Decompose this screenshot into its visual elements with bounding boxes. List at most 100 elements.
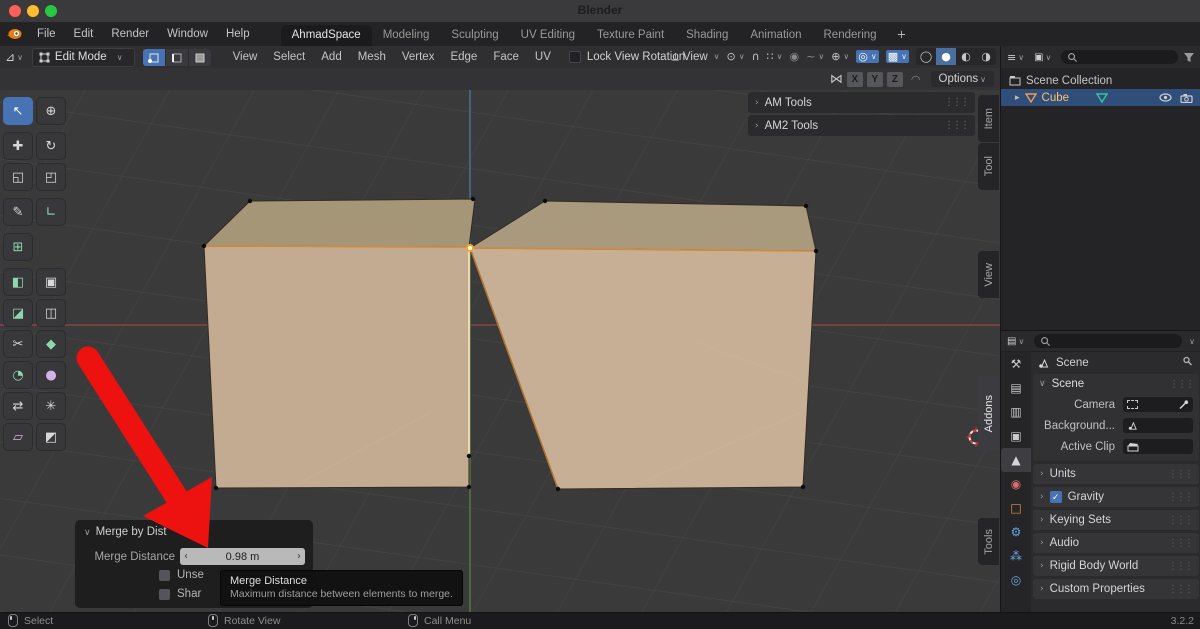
tool-extrude-region[interactable]: ◧ [3, 268, 33, 296]
tool-poly-build[interactable]: ◆ [36, 330, 66, 358]
tool-shrink-fatten[interactable]: ✳ [36, 392, 66, 420]
background-scene-field[interactable] [1123, 418, 1193, 433]
object-name[interactable]: Cube [1042, 92, 1070, 104]
mirror-x-button[interactable]: X [847, 72, 863, 87]
tool-annotate[interactable]: ✎ [3, 198, 33, 226]
viewport-menu-vertex[interactable]: Vertex [394, 45, 443, 69]
viewport-menu-edge[interactable]: Edge [442, 45, 485, 69]
tool-inset-faces[interactable]: ▣ [36, 268, 66, 296]
expand-icon[interactable]: ▸ [1015, 93, 1020, 103]
outliner-display-mode-button[interactable]: ▣∨ [1029, 52, 1056, 63]
add-workspace-button[interactable]: + [888, 23, 916, 45]
properties-tab-world[interactable]: ◉ [1001, 472, 1031, 496]
slider-decrease-icon[interactable]: ‹ [180, 551, 192, 562]
outliner-search-input[interactable] [1061, 50, 1178, 64]
properties-search-input[interactable] [1034, 334, 1182, 348]
expand-icon[interactable]: › [1040, 538, 1044, 548]
tool-measure[interactable]: ∟ [36, 198, 66, 226]
properties-tab-view-layer[interactable]: ▣ [1001, 424, 1031, 448]
tool-spin[interactable]: ◔ [3, 361, 33, 389]
tool-shear[interactable]: ▱ [3, 423, 33, 451]
drag-handle-icon[interactable]: ⋮⋮⋮ [944, 97, 968, 108]
tool-transform[interactable]: ◰ [36, 163, 66, 191]
panel-custom-properties[interactable]: ›Custom Properties⋮⋮⋮ [1033, 579, 1199, 599]
properties-tab-physics[interactable]: ◎ [1001, 568, 1031, 592]
npanel-am-tools[interactable]: › AM Tools ⋮⋮⋮ [748, 92, 975, 113]
slider-increase-icon[interactable]: › [293, 551, 305, 562]
tool-rip-region[interactable]: ◩ [36, 423, 66, 451]
viewport-menu-uv[interactable]: UV [527, 45, 559, 69]
snap-base-icon[interactable]: ◠ [911, 73, 921, 86]
viewport-menu-view[interactable]: View [225, 45, 266, 69]
expand-icon[interactable]: › [1040, 584, 1044, 594]
drag-handle-icon[interactable]: ⋮⋮⋮ [1168, 492, 1192, 503]
drag-handle-icon[interactable]: ⋮⋮⋮ [1168, 538, 1192, 549]
snap-target-dropdown[interactable]: ∷∨ [767, 50, 783, 63]
expand-icon[interactable]: › [1040, 492, 1044, 502]
menu-render[interactable]: Render [102, 22, 158, 46]
shading-solid-button[interactable]: ● [936, 48, 956, 65]
tool-add-cube[interactable]: ⊞ [3, 233, 33, 261]
tool-move[interactable]: ✚ [3, 132, 33, 160]
tool-knife[interactable]: ✂ [3, 330, 33, 358]
sharp-edges-checkbox-row[interactable]: Shar [159, 588, 201, 600]
show-overlays-dropdown[interactable]: ◎∨ [856, 50, 878, 63]
drag-handle-icon[interactable]: ⋮⋮⋮ [1168, 561, 1192, 572]
workspace-tab-ahmadspace[interactable]: AhmadSpace [281, 25, 372, 46]
unselected-checkbox-row[interactable]: Unse [159, 569, 204, 581]
drag-handle-icon[interactable]: ⋮⋮⋮ [1169, 379, 1193, 390]
proportional-editing-toggle[interactable]: ◉ [790, 50, 800, 63]
workspace-tab-modeling[interactable]: Modeling [372, 25, 441, 46]
npanel-tab-view[interactable]: View [978, 251, 999, 298]
mirror-y-button[interactable]: Y [867, 72, 883, 87]
npanel-am2-tools[interactable]: › AM2 Tools ⋮⋮⋮ [748, 115, 975, 136]
properties-tab-output[interactable]: ▥ [1001, 400, 1031, 424]
vertex-select-button[interactable] [143, 49, 166, 66]
properties-tab-scene[interactable]: ▲ [1001, 448, 1031, 472]
drag-handle-icon[interactable]: ⋮⋮⋮ [944, 120, 968, 131]
properties-tab-particles[interactable]: ⁂ [1001, 544, 1031, 568]
face-select-button[interactable] [189, 49, 211, 66]
camera-field[interactable] [1123, 397, 1193, 412]
workspace-tab-rendering[interactable]: Rendering [813, 25, 888, 46]
edge-select-button[interactable] [166, 49, 189, 66]
viewport-menu-add[interactable]: Add [313, 45, 349, 69]
workspace-tab-sculpting[interactable]: Sculpting [440, 25, 509, 46]
panel-gravity[interactable]: ›✓Gravity⋮⋮⋮ [1033, 487, 1199, 507]
viewport-menu-select[interactable]: Select [265, 45, 313, 69]
panel-rigid-body-world[interactable]: ›Rigid Body World⋮⋮⋮ [1033, 556, 1199, 576]
npanel-tab-tool[interactable]: Tool [978, 143, 999, 190]
npanel-tab-addons[interactable]: Addons [978, 376, 999, 451]
operator-panel-header[interactable]: ∨Merge by Dist [84, 526, 167, 538]
mode-dropdown[interactable]: Edit Mode ∨ [32, 48, 135, 67]
expand-icon[interactable]: › [1040, 561, 1044, 571]
npanel-tab-item[interactable]: Item [978, 95, 999, 142]
menu-edit[interactable]: Edit [65, 22, 103, 46]
drag-handle-icon[interactable]: ⋮⋮⋮ [1168, 584, 1192, 595]
outliner[interactable]: Scene Collection ▸ Cube [1000, 68, 1200, 330]
snap-toggle[interactable]: ∩ [752, 50, 760, 63]
drag-handle-icon[interactable]: ⋮⋮⋮ [1168, 469, 1192, 480]
lock-view-rotation[interactable]: Lock View Rotation [569, 51, 685, 63]
pivot-point-dropdown[interactable]: ⊙∨ [727, 50, 745, 63]
lock-view-rotation-checkbox[interactable] [569, 51, 581, 63]
shading-rendered-button[interactable]: ◑ [976, 48, 996, 65]
tool-loop-cut[interactable]: ◫ [36, 299, 66, 327]
active-clip-field[interactable] [1123, 439, 1193, 454]
menu-help[interactable]: Help [217, 22, 259, 46]
menu-window[interactable]: Window [158, 22, 217, 46]
scene-panel-header[interactable]: ∨ Scene ⋮⋮⋮ [1033, 374, 1199, 394]
viewport-menu-mesh[interactable]: Mesh [350, 45, 394, 69]
outliner-type-button[interactable]: ≡∨ [1001, 51, 1029, 64]
workspace-tab-animation[interactable]: Animation [739, 25, 812, 46]
properties-type-button[interactable]: ▤∨ [1001, 336, 1029, 347]
viewport-menu-face[interactable]: Face [485, 45, 527, 69]
options-dropdown[interactable]: Options∨ [931, 71, 995, 87]
filter-icon[interactable] [1183, 52, 1195, 63]
cube-object-row[interactable]: ▸ Cube [1001, 89, 1200, 106]
scene-collection-row[interactable]: Scene Collection [1001, 72, 1200, 89]
expand-icon[interactable]: › [1040, 515, 1044, 525]
render-visibility-camera-icon[interactable] [1180, 93, 1193, 103]
merge-distance-slider[interactable]: ‹ 0.98 m › [180, 548, 305, 565]
proportional-falloff-dropdown[interactable]: ~∨ [806, 50, 824, 63]
